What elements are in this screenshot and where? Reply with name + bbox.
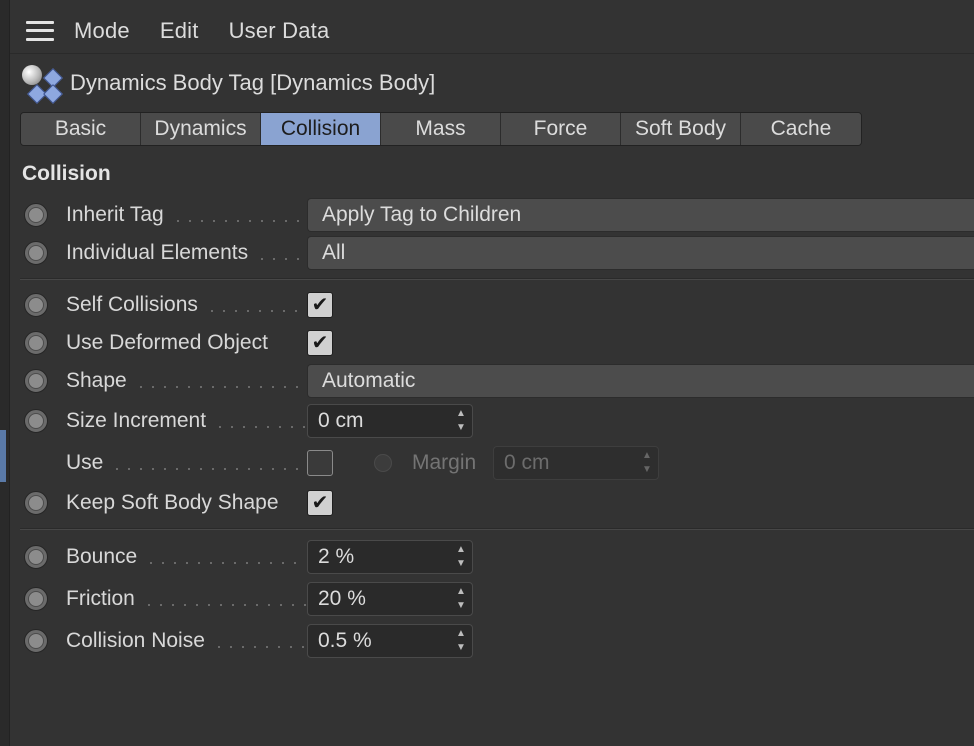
bounce-input[interactable]: 2 % ▲ ▼ <box>307 540 473 574</box>
separator <box>20 278 974 280</box>
row-use-margin: Use Margin 0 cm ▲ ▼ <box>10 445 974 481</box>
collision-noise-value: 0.5 % <box>318 629 372 652</box>
spin-arrows-icon[interactable]: ▲ ▼ <box>454 408 468 434</box>
row-size-increment: Size Increment 0 cm ▲ ▼ <box>10 403 974 439</box>
inherit-tag-dropdown[interactable]: Apply Tag to Children <box>307 198 974 232</box>
object-title-bar: Dynamics Body Tag [Dynamics Body] <box>10 60 974 106</box>
tab-basic[interactable]: Basic <box>21 113 141 145</box>
use-deformed-object-checkbox[interactable]: ✔ <box>307 330 333 356</box>
hamburger-menu-icon[interactable] <box>26 20 54 41</box>
row-bounce: Bounce 2 % ▲ ▼ <box>10 539 974 575</box>
label-shape: Shape <box>66 369 306 393</box>
spin-arrows-icon[interactable]: ▲ ▼ <box>640 450 654 476</box>
animate-radio-icon[interactable] <box>24 241 48 265</box>
row-collision-noise: Collision Noise 0.5 % ▲ ▼ <box>10 623 974 659</box>
menu-mode[interactable]: Mode <box>74 18 130 44</box>
label-individual-elements: Individual Elements <box>66 241 306 265</box>
animate-radio-icon[interactable] <box>24 629 48 653</box>
animate-radio-icon[interactable] <box>24 409 48 433</box>
animate-radio-icon[interactable] <box>24 369 48 393</box>
animate-radio-icon[interactable] <box>24 331 48 355</box>
menu-bar: Mode Edit User Data <box>10 8 974 54</box>
keep-soft-body-shape-checkbox[interactable]: ✔ <box>307 490 333 516</box>
separator <box>20 528 974 530</box>
tab-force[interactable]: Force <box>501 113 621 145</box>
label-use: Use <box>66 451 306 475</box>
self-collisions-checkbox[interactable]: ✔ <box>307 292 333 318</box>
friction-value: 20 % <box>318 587 366 610</box>
collision-noise-input[interactable]: 0.5 % ▲ ▼ <box>307 624 473 658</box>
label-margin: Margin <box>412 451 477 474</box>
menu-user-data[interactable]: User Data <box>229 18 330 44</box>
label-friction: Friction <box>66 587 306 611</box>
spin-arrows-icon[interactable]: ▲ ▼ <box>454 544 468 570</box>
row-self-collisions: Self Collisions ✔ <box>10 287 974 323</box>
size-increment-value: 0 cm <box>318 409 364 432</box>
row-inherit-tag: Inherit Tag Apply Tag to Children <box>10 197 974 233</box>
spin-arrows-icon[interactable]: ▲ ▼ <box>454 628 468 654</box>
shape-dropdown[interactable]: Automatic <box>307 364 974 398</box>
animate-radio-icon[interactable] <box>24 293 48 317</box>
animate-radio-icon[interactable] <box>24 587 48 611</box>
label-collision-noise: Collision Noise <box>66 629 306 653</box>
label-self-collisions: Self Collisions <box>66 293 306 317</box>
size-increment-input[interactable]: 0 cm ▲ ▼ <box>307 404 473 438</box>
tab-cache[interactable]: Cache <box>741 113 861 145</box>
row-friction: Friction 20 % ▲ ▼ <box>10 581 974 617</box>
menu-edit[interactable]: Edit <box>160 18 199 44</box>
animate-radio-icon[interactable] <box>24 203 48 227</box>
label-bounce: Bounce <box>66 545 306 569</box>
spin-arrows-icon[interactable]: ▲ ▼ <box>454 586 468 612</box>
friction-input[interactable]: 20 % ▲ ▼ <box>307 582 473 616</box>
left-edge-strip <box>0 0 10 746</box>
attribute-manager-panel: Mode Edit User Data Dynamics Body Tag [D… <box>10 0 974 746</box>
tab-mass[interactable]: Mass <box>381 113 501 145</box>
tab-collision[interactable]: Collision <box>261 113 381 145</box>
use-checkbox[interactable] <box>307 450 333 476</box>
object-title: Dynamics Body Tag [Dynamics Body] <box>70 70 436 95</box>
tab-soft-body[interactable]: Soft Body <box>621 113 741 145</box>
individual-elements-dropdown[interactable]: All <box>307 236 974 270</box>
margin-value: 0 cm <box>504 451 550 474</box>
animate-radio-icon[interactable] <box>24 491 48 515</box>
margin-input[interactable]: 0 cm ▲ ▼ <box>493 446 659 480</box>
label-inherit-tag: Inherit Tag <box>66 203 306 227</box>
row-keep-soft-body-shape: Keep Soft Body Shape ✔ <box>10 485 974 521</box>
left-edge-accent <box>0 430 6 482</box>
bounce-value: 2 % <box>318 545 355 568</box>
tab-dynamics[interactable]: Dynamics <box>141 113 261 145</box>
dynamics-tag-icon <box>20 61 64 105</box>
row-individual-elements: Individual Elements All <box>10 235 974 271</box>
row-use-deformed-object: Use Deformed Object ✔ <box>10 325 974 361</box>
margin-radio-icon[interactable] <box>374 454 392 472</box>
label-size-increment: Size Increment <box>66 409 306 433</box>
section-title: Collision <box>22 162 111 185</box>
row-shape: Shape Automatic <box>10 363 974 399</box>
animate-radio-icon[interactable] <box>24 545 48 569</box>
label-use-deformed-object: Use Deformed Object <box>66 331 268 354</box>
tab-bar: Basic Dynamics Collision Mass Force Soft… <box>20 112 862 146</box>
label-keep-soft-body-shape: Keep Soft Body Shape <box>66 491 279 514</box>
